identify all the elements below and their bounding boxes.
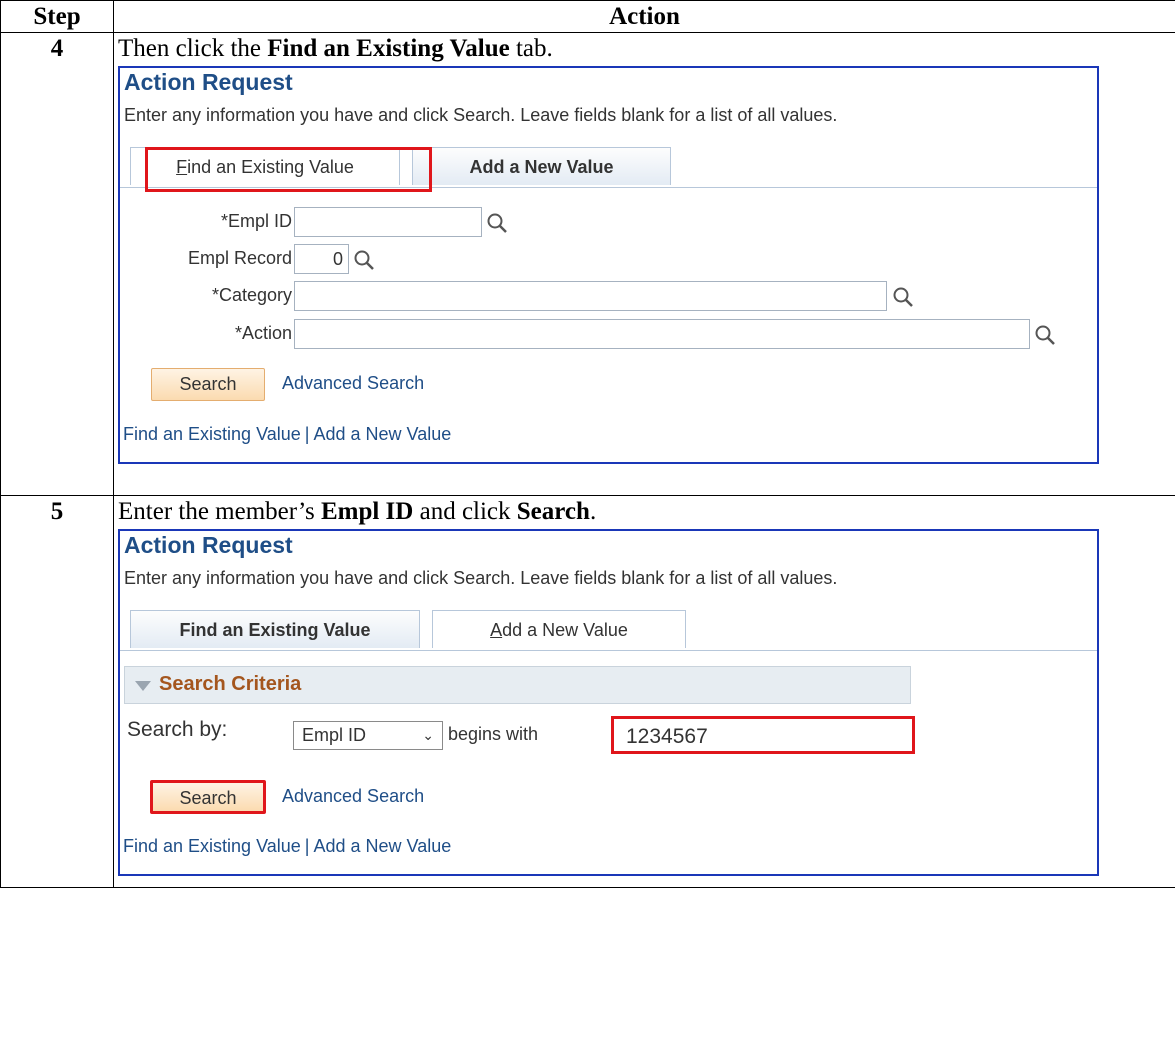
action-label: *Action	[234, 323, 292, 343]
footer-links: Find an Existing Value | Add a New Value	[123, 836, 451, 857]
footer-find-existing-link[interactable]: Find an Existing Value	[123, 424, 301, 444]
footer-separator: |	[304, 424, 310, 444]
step-number-5: 5	[0, 495, 114, 888]
search-by-label: Search by:	[127, 718, 228, 741]
step-5-cell: Enter the member’s Empl ID and click Sea…	[113, 495, 1175, 888]
operator-label: begins with	[448, 724, 539, 744]
procedure-table: Step Action 4 Then click the Find an Exi…	[0, 0, 1175, 888]
tab-bar: Find an Existing Value Add a New Value	[120, 608, 1097, 652]
empl-record-input[interactable]: 0	[294, 244, 349, 274]
step-column-header: Step	[0, 0, 114, 33]
search-button[interactable]: Search	[150, 780, 266, 814]
action-request-screenshot-step4: Action Request Enter any information you…	[118, 66, 1099, 464]
page-description: Enter any information you have and click…	[124, 105, 838, 125]
highlight-find-tab	[145, 147, 432, 192]
search-value-input[interactable]: 1234567	[611, 716, 915, 754]
magnifier-lookup-icon[interactable]	[486, 212, 508, 234]
page-title: Action Request	[124, 532, 293, 558]
footer-links: Find an Existing Value | Add a New Value	[123, 424, 451, 445]
advanced-search-link[interactable]: Advanced Search	[282, 373, 424, 394]
step-5-instruction: Enter the member’s Empl ID and click Sea…	[118, 498, 597, 525]
footer-add-new-link[interactable]: Add a New Value	[313, 424, 451, 444]
step-4-instruction: Then click the Find an Existing Value ta…	[118, 35, 553, 62]
magnifier-lookup-icon[interactable]	[353, 249, 375, 271]
empl-record-label: Empl Record	[187, 248, 292, 268]
tab-find-existing-value[interactable]: Find an Existing Value	[130, 610, 420, 648]
empl-id-label: *Empl ID	[220, 211, 292, 231]
step-number-4: 4	[0, 32, 114, 496]
category-input[interactable]	[294, 281, 887, 311]
category-label: *Category	[211, 285, 292, 305]
step-4-cell: Then click the Find an Existing Value ta…	[113, 32, 1175, 496]
search-criteria-header[interactable]: Search Criteria	[124, 666, 911, 704]
magnifier-lookup-icon[interactable]	[1034, 324, 1056, 346]
page-description: Enter any information you have and click…	[124, 568, 838, 588]
action-request-screenshot-step5: Action Request Enter any information you…	[118, 529, 1099, 876]
chevron-down-icon: ⌄	[422, 727, 434, 743]
footer-find-existing-link[interactable]: Find an Existing Value	[123, 836, 301, 856]
collapse-triangle-icon[interactable]	[135, 681, 151, 691]
page-title: Action Request	[124, 69, 293, 95]
magnifier-lookup-icon[interactable]	[892, 286, 914, 308]
action-column-header: Action	[113, 0, 1175, 33]
advanced-search-link[interactable]: Advanced Search	[282, 786, 424, 807]
search-by-select[interactable]: Empl ID ⌄	[293, 721, 443, 750]
tab-add-new-value[interactable]: Add a New Value	[432, 610, 686, 648]
search-button[interactable]: Search	[151, 368, 265, 401]
footer-separator: |	[304, 836, 310, 856]
empl-id-input[interactable]	[294, 207, 482, 237]
tab-add-new-value[interactable]: Add a New Value	[412, 147, 671, 185]
action-input[interactable]	[294, 319, 1030, 349]
footer-add-new-link[interactable]: Add a New Value	[313, 836, 451, 856]
